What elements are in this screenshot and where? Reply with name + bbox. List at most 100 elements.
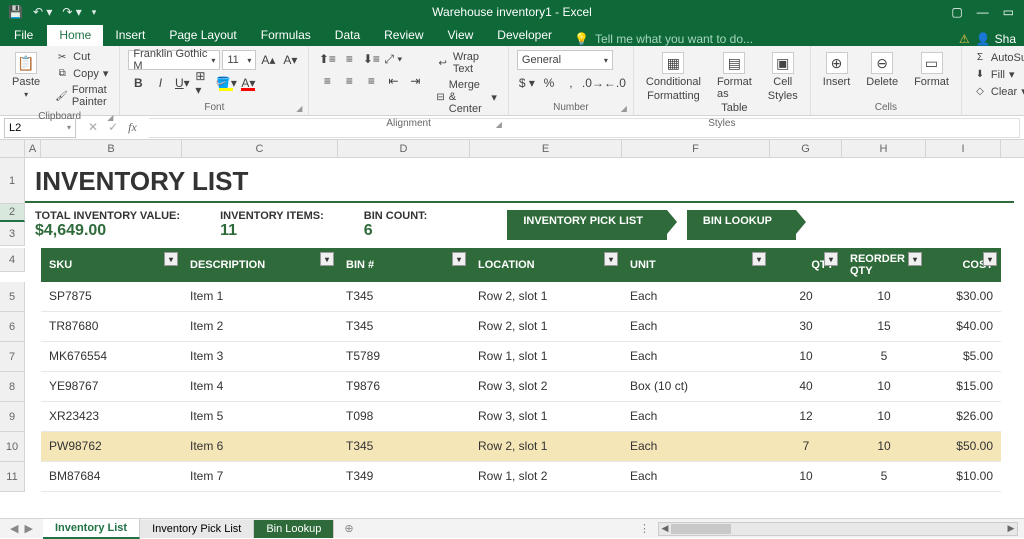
- cell-unit[interactable]: Each: [622, 282, 770, 311]
- row-header[interactable]: 4: [0, 248, 25, 272]
- align-middle-button[interactable]: ≡: [339, 50, 359, 68]
- col-header-a[interactable]: A: [25, 140, 41, 157]
- increase-decimal-button[interactable]: .0→: [583, 74, 603, 92]
- font-name-combo[interactable]: Franklin Gothic M▾: [128, 50, 220, 70]
- percent-button[interactable]: %: [539, 74, 559, 92]
- scrollbar-thumb[interactable]: [671, 524, 731, 534]
- fx-icon[interactable]: fx: [128, 120, 137, 135]
- table-row[interactable]: MK676554 Item 3 T5789 Row 1, slot 1 Each…: [41, 342, 1001, 372]
- dialog-launcher-icon[interactable]: ◢: [107, 113, 113, 122]
- cell-location[interactable]: Row 1, slot 1: [470, 342, 622, 371]
- cell-bin[interactable]: T9876: [338, 372, 470, 401]
- th-unit[interactable]: UNIT▾: [622, 248, 770, 282]
- row-header[interactable]: 11: [0, 462, 25, 492]
- cell-cost[interactable]: $50.00: [926, 432, 1001, 461]
- table-row[interactable]: TR87680 Item 2 T345 Row 2, slot 1 Each 3…: [41, 312, 1001, 342]
- cell-qty[interactable]: 7: [770, 432, 842, 461]
- cell-reorder[interactable]: 5: [842, 462, 926, 491]
- cell-sku[interactable]: BM87684: [41, 462, 182, 491]
- sheet-tab-inventory-list[interactable]: Inventory List: [43, 519, 140, 539]
- dialog-launcher-icon[interactable]: ◢: [621, 104, 627, 113]
- cell-location[interactable]: Row 2, slot 1: [470, 432, 622, 461]
- cell-cost[interactable]: $10.00: [926, 462, 1001, 491]
- cell-qty[interactable]: 10: [770, 462, 842, 491]
- th-location[interactable]: LOCATION▾: [470, 248, 622, 282]
- tell-me[interactable]: 💡Tell me what you want to do...: [564, 32, 753, 46]
- table-row[interactable]: YE98767 Item 4 T9876 Row 3, slot 2 Box (…: [41, 372, 1001, 402]
- bin-lookup-button[interactable]: BIN LOOKUP: [687, 210, 796, 240]
- cell-location[interactable]: Row 2, slot 1: [470, 282, 622, 311]
- filter-icon[interactable]: ▾: [824, 252, 838, 266]
- align-left-button[interactable]: ≡: [317, 72, 337, 90]
- font-size-combo[interactable]: 11▾: [222, 50, 256, 70]
- border-button[interactable]: ⊞ ▾: [194, 74, 214, 92]
- cell-description[interactable]: Item 4: [182, 372, 338, 401]
- row-header[interactable]: 2: [0, 204, 25, 222]
- align-center-button[interactable]: ≡: [339, 72, 359, 90]
- sheet-tab-inventory-pick-list[interactable]: Inventory Pick List: [140, 520, 254, 538]
- undo-icon[interactable]: ↶ ▾: [33, 5, 52, 19]
- cell-reorder[interactable]: 15: [842, 312, 926, 341]
- filter-icon[interactable]: ▾: [604, 252, 618, 266]
- cell-description[interactable]: Item 6: [182, 432, 338, 461]
- cell-cost[interactable]: $5.00: [926, 342, 1001, 371]
- underline-button[interactable]: U ▾: [172, 74, 192, 92]
- share-button[interactable]: 👤Sha: [976, 32, 1024, 46]
- cell-cost[interactable]: $26.00: [926, 402, 1001, 431]
- ribbon-options-icon[interactable]: ▢: [951, 5, 962, 19]
- col-header-e[interactable]: E: [470, 140, 622, 157]
- clear-button[interactable]: ◇Clear ▾: [970, 84, 1024, 99]
- cell-cost[interactable]: $40.00: [926, 312, 1001, 341]
- col-header-b[interactable]: B: [41, 140, 182, 157]
- align-top-button[interactable]: ⬆≡: [317, 50, 337, 68]
- cell-reorder[interactable]: 5: [842, 342, 926, 371]
- cell-unit[interactable]: Box (10 ct): [622, 372, 770, 401]
- row-header[interactable]: 8: [0, 372, 25, 402]
- cell-sku[interactable]: XR23423: [41, 402, 182, 431]
- dialog-launcher-icon[interactable]: ◢: [296, 104, 302, 113]
- cell-reorder[interactable]: 10: [842, 282, 926, 311]
- cell-description[interactable]: Item 1: [182, 282, 338, 311]
- scroll-left-icon[interactable]: ◀: [659, 523, 671, 535]
- th-description[interactable]: DESCRIPTION▾: [182, 248, 338, 282]
- col-header-c[interactable]: C: [182, 140, 338, 157]
- cell-description[interactable]: Item 5: [182, 402, 338, 431]
- enter-formula-icon[interactable]: ✓: [108, 120, 118, 135]
- th-sku[interactable]: SKU▾: [41, 248, 182, 282]
- cell-reorder[interactable]: 10: [842, 372, 926, 401]
- tab-file[interactable]: File: [0, 25, 47, 46]
- autosum-button[interactable]: ΣAutoSum ▾: [970, 50, 1024, 65]
- cell-qty[interactable]: 20: [770, 282, 842, 311]
- row-header[interactable]: 1: [0, 158, 25, 204]
- cell-qty[interactable]: 30: [770, 312, 842, 341]
- delete-cells-button[interactable]: ⊖Delete: [862, 50, 902, 90]
- cell-unit[interactable]: Each: [622, 432, 770, 461]
- cell-bin[interactable]: T5789: [338, 342, 470, 371]
- th-bin[interactable]: BIN #▾: [338, 248, 470, 282]
- cell-sku[interactable]: MK676554: [41, 342, 182, 371]
- col-header-h[interactable]: H: [842, 140, 926, 157]
- row-header[interactable]: 3: [0, 222, 25, 246]
- table-row[interactable]: PW98762 Item 6 T345 Row 2, slot 1 Each 7…: [41, 432, 1001, 462]
- tab-page-layout[interactable]: Page Layout: [157, 25, 248, 46]
- cell-bin[interactable]: T345: [338, 432, 470, 461]
- th-qty[interactable]: QTY▾: [770, 248, 842, 282]
- cell-unit[interactable]: Each: [622, 462, 770, 491]
- cell-bin[interactable]: T098: [338, 402, 470, 431]
- table-row[interactable]: XR23423 Item 5 T098 Row 3, slot 1 Each 1…: [41, 402, 1001, 432]
- cell-cost[interactable]: $30.00: [926, 282, 1001, 311]
- inventory-pick-list-button[interactable]: INVENTORY PICK LIST: [507, 210, 667, 240]
- tab-insert[interactable]: Insert: [103, 25, 157, 46]
- comma-button[interactable]: ,: [561, 74, 581, 92]
- cell-location[interactable]: Row 1, slot 2: [470, 462, 622, 491]
- col-header-i[interactable]: I: [926, 140, 1001, 157]
- tab-view[interactable]: View: [436, 25, 486, 46]
- filter-icon[interactable]: ▾: [983, 252, 997, 266]
- cell-unit[interactable]: Each: [622, 402, 770, 431]
- filter-icon[interactable]: ▾: [164, 252, 178, 266]
- cell-bin[interactable]: T345: [338, 282, 470, 311]
- cell-qty[interactable]: 10: [770, 342, 842, 371]
- cell-location[interactable]: Row 2, slot 1: [470, 312, 622, 341]
- row-header[interactable]: 7: [0, 342, 25, 372]
- decrease-indent-button[interactable]: ⇤: [383, 72, 403, 90]
